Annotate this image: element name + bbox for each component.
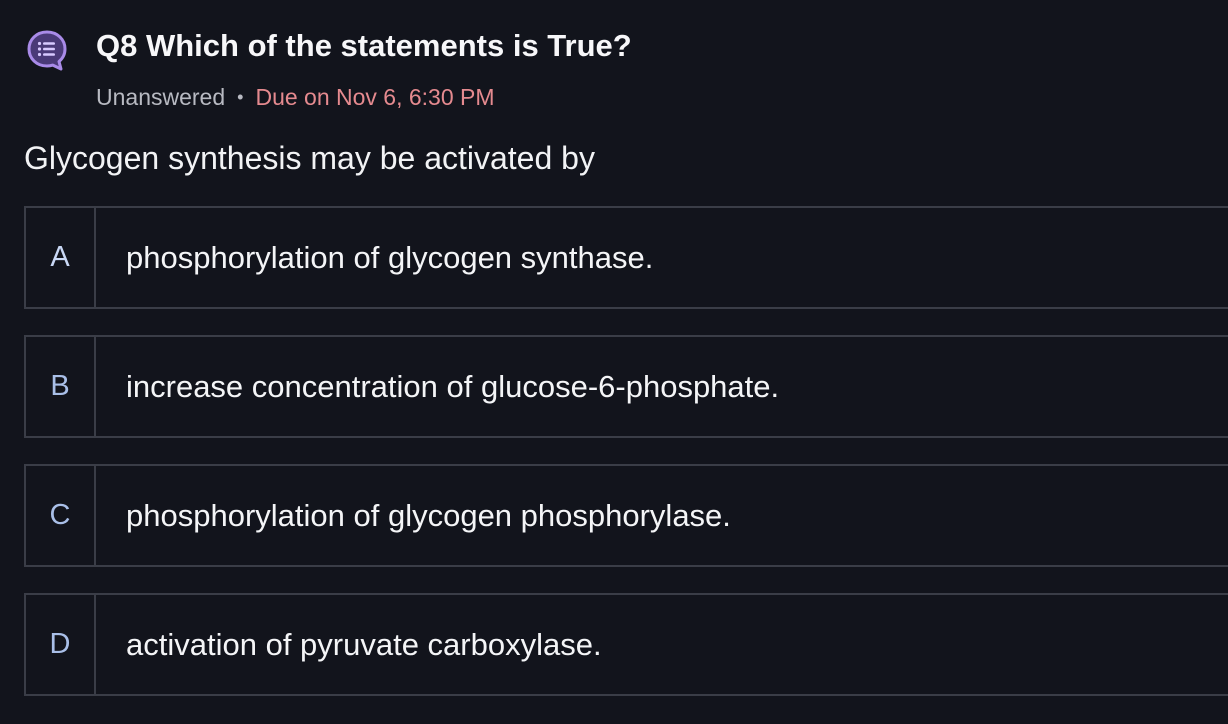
question-header: Q8 Which of the statements is True? — [26, 26, 632, 73]
status-label: Unanswered — [96, 84, 226, 110]
option-letter: D — [26, 595, 96, 694]
option-text: phosphorylation of glycogen phosphorylas… — [126, 497, 731, 533]
option-letter: B — [26, 337, 96, 436]
option-d[interactable]: D activation of pyruvate carboxylase. — [24, 593, 1228, 696]
option-a[interactable]: A phosphorylation of glycogen synthase. — [24, 206, 1228, 309]
question-meta: Unanswered • Due on Nov 6, 6:30 PM — [96, 84, 495, 111]
option-letter: A — [26, 208, 96, 307]
option-b[interactable]: B increase concentration of glucose-6-ph… — [24, 335, 1228, 438]
quiz-question-page: Q8 Which of the statements is True? Unan… — [0, 0, 1228, 724]
option-letter: C — [26, 466, 96, 565]
answer-options: A phosphorylation of glycogen synthase. … — [24, 206, 1228, 722]
question-prompt: Glycogen synthesis may be activated by — [24, 140, 595, 176]
question-title: Q8 Which of the statements is True? — [96, 28, 632, 63]
question-list-icon — [27, 30, 67, 71]
option-c[interactable]: C phosphorylation of glycogen phosphoryl… — [24, 464, 1228, 567]
meta-separator: • — [237, 87, 244, 107]
option-text: phosphorylation of glycogen synthase. — [126, 239, 654, 275]
option-text: activation of pyruvate carboxylase. — [126, 626, 602, 662]
due-date-label: Due on Nov 6, 6:30 PM — [255, 84, 495, 110]
option-text: increase concentration of glucose-6-phos… — [126, 368, 780, 404]
